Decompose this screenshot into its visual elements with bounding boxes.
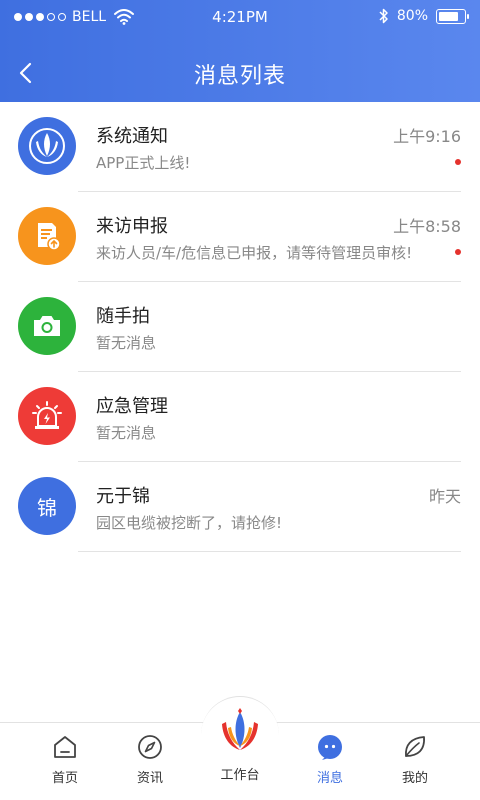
- status-right: 80%: [379, 8, 469, 24]
- home-icon: [54, 736, 76, 758]
- message-item-user-chat[interactable]: 锦 元于锦 昨天 园区电缆被挖断了，请抢修!: [0, 462, 480, 552]
- compass-icon: [138, 735, 162, 759]
- tab-workbench[interactable]: 工作台: [209, 706, 271, 783]
- app-header: BELL 4:21PM 80% 消息列表: [0, 0, 480, 102]
- message-time: 上午8:58: [393, 217, 461, 236]
- message-time: 上午9:16: [393, 127, 461, 146]
- message-title: 元于锦: [96, 486, 150, 507]
- message-title: 来访申报: [96, 216, 168, 237]
- message-item-emergency[interactable]: 应急管理 暂无消息: [0, 372, 480, 462]
- tab-label: 我的: [401, 771, 428, 786]
- message-preview: 暂无消息: [96, 424, 157, 442]
- message-title: 随手拍: [96, 306, 150, 327]
- tab-mine[interactable]: 我的: [385, 733, 445, 786]
- tab-label: 资讯: [136, 771, 163, 786]
- message-preview: 园区电缆被挖断了，请抢修!: [96, 514, 283, 532]
- message-item-visitor-report[interactable]: 来访申报 上午8:58 来访人员/车/危信息已申报，请等待管理员审核!: [0, 192, 480, 282]
- alarm-light-icon: [18, 387, 76, 445]
- tab-messages[interactable]: 消息: [300, 733, 360, 786]
- message-preview: APP正式上线!: [96, 154, 191, 172]
- leaf-icon: [405, 736, 425, 757]
- tab-label: 消息: [316, 771, 343, 786]
- workbench-logo-icon: [222, 708, 258, 750]
- tab-news[interactable]: 资讯: [120, 733, 180, 786]
- message-item-snapshot[interactable]: 随手拍 暂无消息: [0, 282, 480, 372]
- unread-dot: [455, 249, 461, 255]
- tab-home[interactable]: 首页: [35, 733, 95, 786]
- message-time: 昨天: [428, 487, 461, 506]
- message-item-system-notice[interactable]: 系统通知 上午9:16 APP正式上线!: [0, 102, 480, 192]
- message-title: 应急管理: [96, 396, 168, 417]
- unread-dot: [455, 159, 461, 165]
- message-title: 系统通知: [96, 126, 168, 147]
- battery-percent: 80%: [396, 8, 428, 24]
- message-preview: 来访人员/车/危信息已申报，请等待管理员审核!: [96, 244, 413, 262]
- status-bar: BELL 4:21PM 80%: [0, 0, 480, 34]
- app-logo-icon: [18, 117, 76, 175]
- chat-bubble-icon: [318, 735, 342, 760]
- camera-icon: [18, 297, 76, 355]
- tab-label: 工作台: [220, 768, 260, 783]
- document-upload-icon: [18, 207, 76, 265]
- bluetooth-icon: [379, 8, 388, 24]
- tab-label: 首页: [51, 771, 78, 786]
- message-preview: 暂无消息: [96, 334, 157, 352]
- avatar-text: 锦: [37, 495, 57, 520]
- nav-bar: 消息列表: [0, 44, 480, 102]
- divider: [78, 551, 461, 552]
- page-title: 消息列表: [193, 64, 286, 89]
- user-avatar: 锦: [18, 477, 76, 535]
- message-list: 系统通知 上午9:16 APP正式上线! 来访申报 上午8:58 来访人员/车/…: [0, 102, 480, 552]
- battery-icon: [436, 8, 469, 24]
